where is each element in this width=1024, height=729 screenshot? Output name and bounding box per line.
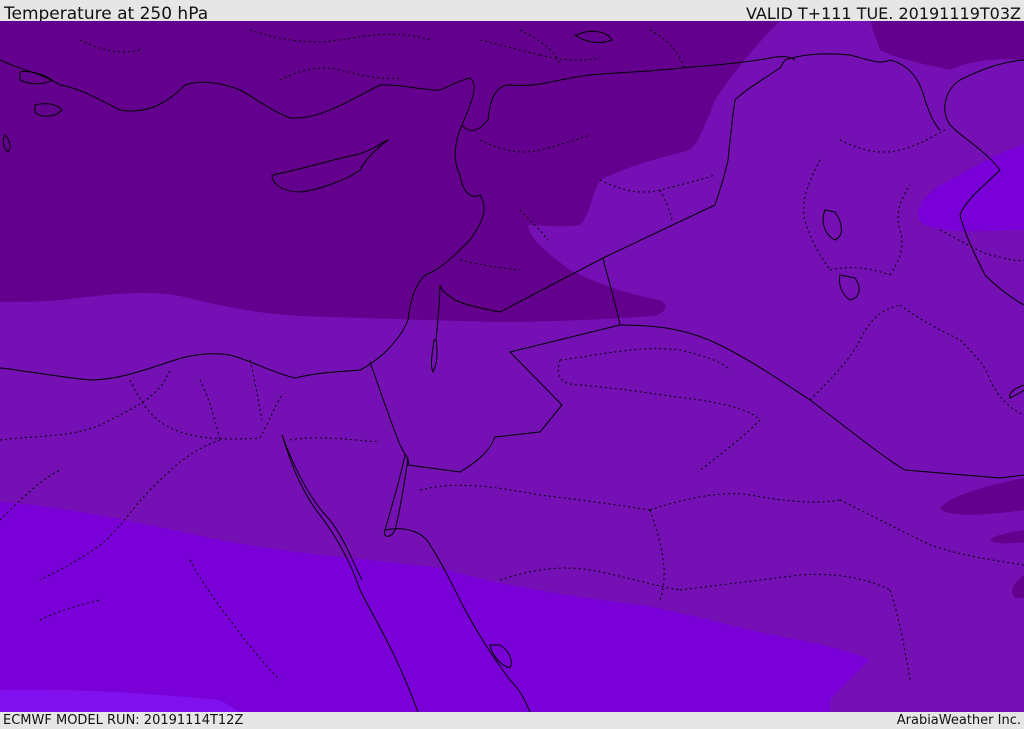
footer-bar: ECMWF MODEL RUN: 20191114T12Z ArabiaWeat…: [0, 712, 1024, 729]
credit-label: ArabiaWeather Inc.: [896, 713, 1021, 728]
temperature-map: [0, 21, 1024, 712]
header-bar: Temperature at 250 hPa VALID T+111 TUE. …: [0, 0, 1024, 24]
model-run-label: ECMWF MODEL RUN: 20191114T12Z: [3, 713, 244, 728]
